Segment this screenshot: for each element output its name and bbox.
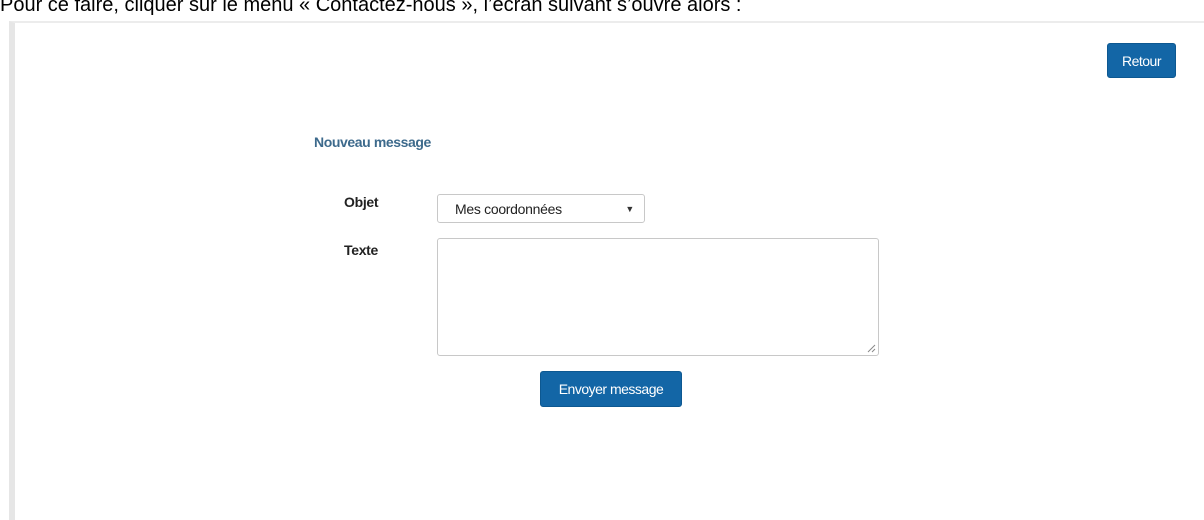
send-message-button[interactable]: Envoyer message (540, 371, 682, 407)
resize-grip-icon[interactable] (867, 344, 876, 353)
form-title: Nouveau message (314, 134, 431, 150)
intro-text: Pour ce faire, cliquer sur le menu « Con… (0, 0, 742, 16)
text-label: Texte (344, 242, 379, 258)
back-button[interactable]: Retour (1107, 43, 1176, 78)
subject-selected-value: Mes coordonnées (455, 201, 562, 217)
message-textarea[interactable] (437, 238, 879, 356)
subject-select[interactable]: Mes coordonnées ▼ (437, 194, 645, 223)
subject-label: Objet (344, 194, 379, 210)
page: Pour ce faire, cliquer sur le menu « Con… (0, 0, 1204, 520)
caret-down-icon: ▼ (625, 204, 634, 214)
